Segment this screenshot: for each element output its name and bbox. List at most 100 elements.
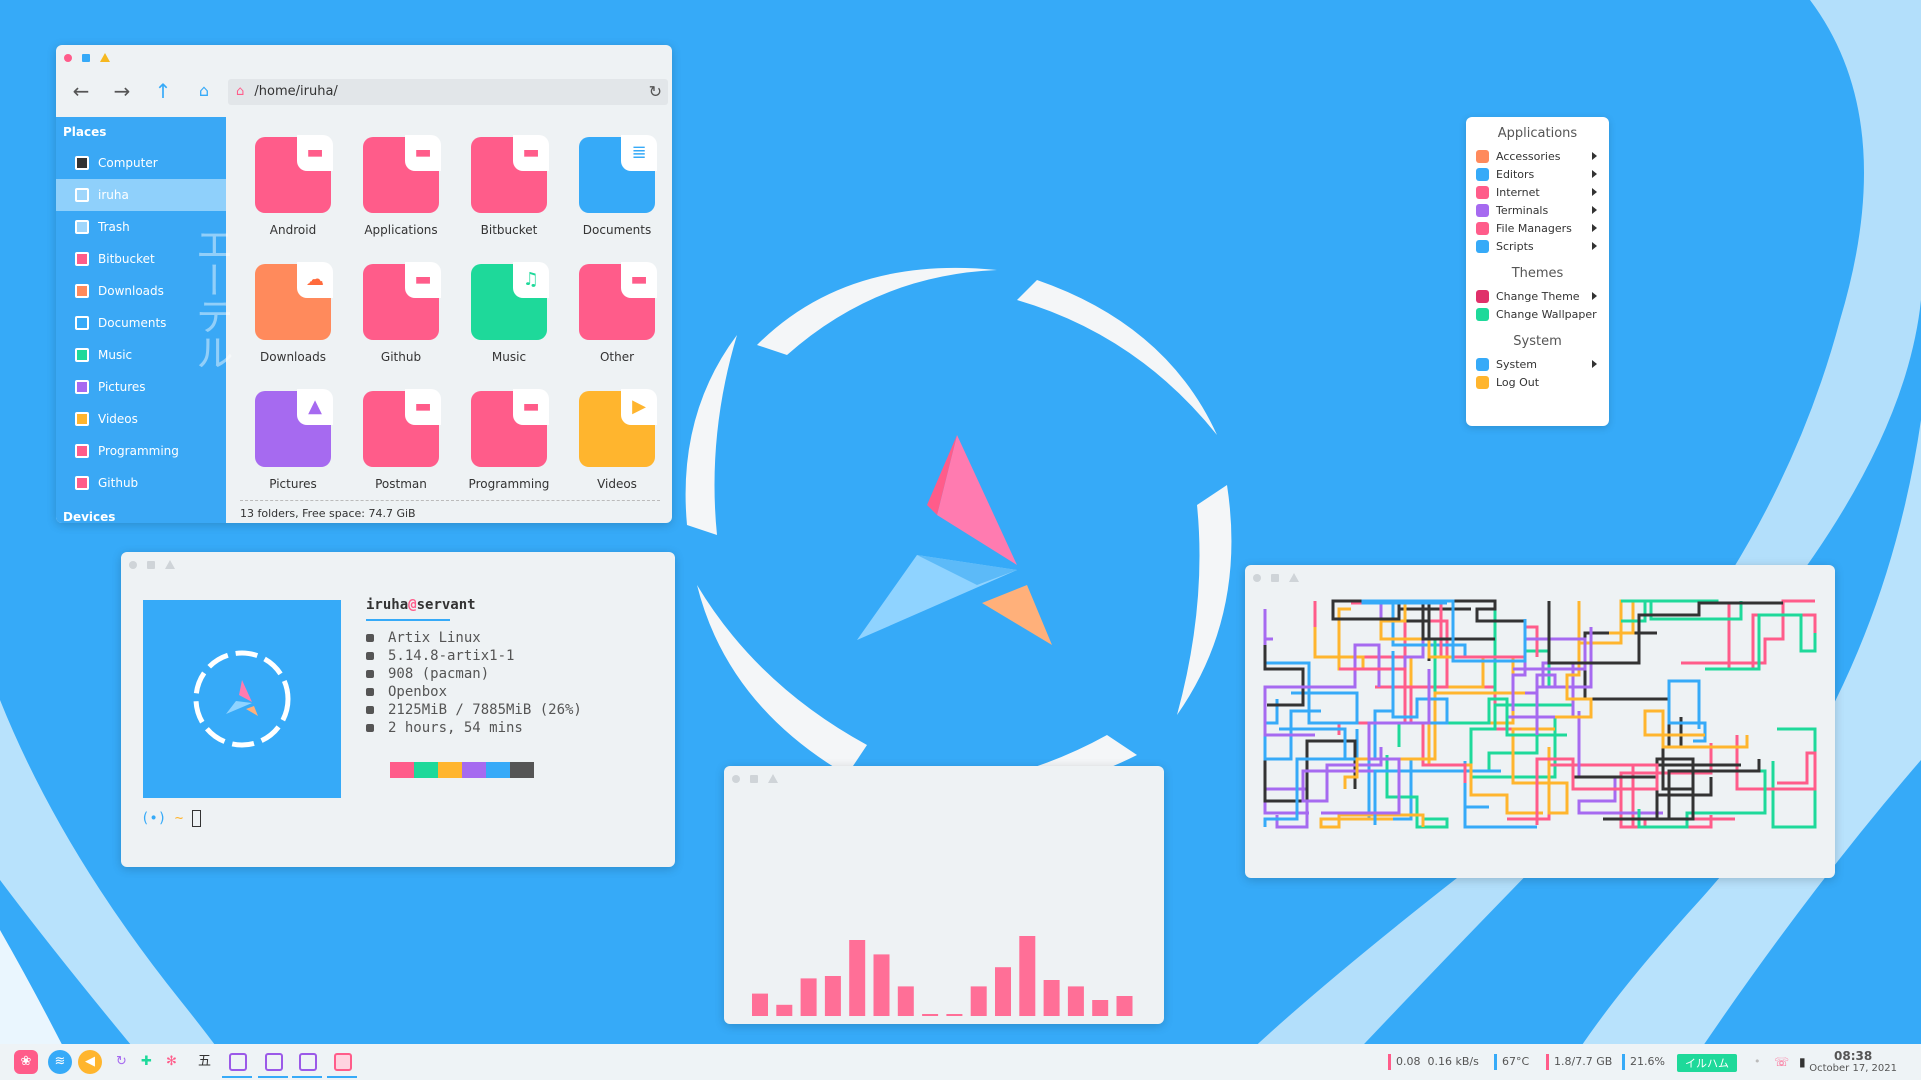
folder-programming[interactable]: ▬ Programming [456, 383, 562, 503]
volume-icon[interactable]: ◀ [78, 1050, 102, 1074]
username-tag[interactable]: イルハム [1677, 1054, 1737, 1072]
pipe-segment [1681, 599, 1815, 665]
task-file-manager[interactable] [334, 1053, 352, 1071]
folder-label: Programming [468, 477, 550, 491]
color-palette [366, 762, 534, 778]
menu-item-change-wallpaper[interactable]: Change Wallpaper [1466, 305, 1609, 323]
minimize-button[interactable] [165, 560, 175, 569]
openbox-root-menu: Applications Accessories Editors Internet Te… [1466, 117, 1609, 426]
sidebar-item-programming[interactable]: Programming [56, 435, 226, 467]
sparkle-icon[interactable]: ✚ [141, 1055, 152, 1069]
task-terminal-2[interactable] [265, 1053, 283, 1071]
close-button[interactable] [732, 775, 740, 783]
sidebar-item-iruha[interactable]: iruha [56, 179, 226, 211]
close-button[interactable] [129, 561, 137, 569]
home-icon [75, 188, 89, 202]
folder-github[interactable]: ▬ Github [348, 256, 454, 376]
folder-label: Applications [364, 223, 438, 237]
folder-pictures[interactable]: ▲ Pictures [240, 383, 346, 503]
pipe-segment [1263, 609, 1273, 645]
folder-label: Music [491, 350, 527, 364]
sidebar-item-label: Pictures [98, 380, 146, 394]
home-icon[interactable]: ⌂ [192, 79, 216, 103]
spectrum-bar [776, 1004, 793, 1016]
sidebar-item-label: Computer [98, 156, 158, 170]
menu-item-accessories[interactable]: Accessories [1466, 147, 1609, 165]
battery-icon[interactable]: ▮ [1799, 1055, 1806, 1069]
menu-item-label: Change Wallpaper [1496, 307, 1597, 321]
spectrum-bar [922, 1014, 939, 1016]
menu-item-scripts[interactable]: Scripts [1466, 237, 1609, 255]
folder-postman[interactable]: ▬ Postman [348, 383, 454, 503]
folder-documents[interactable]: ≣ Documents [564, 129, 670, 249]
folder-badge-icon: ≣ [621, 135, 657, 171]
spectrum-bar [1116, 996, 1133, 1016]
terminal-titlebar[interactable] [121, 552, 675, 578]
menu-item-file-managers[interactable]: File Managers [1466, 219, 1609, 237]
maximize-button[interactable] [82, 54, 90, 62]
pipes-titlebar[interactable] [1245, 565, 1835, 591]
folder-label: Bitbucket [480, 223, 538, 237]
window-icon [366, 688, 374, 696]
clock[interactable]: 08:38 October 17, 2021 [1809, 1049, 1897, 1074]
folder-music[interactable]: ♫ Music [456, 256, 562, 376]
file-manager-titlebar[interactable] [56, 45, 672, 71]
minimize-button[interactable] [768, 774, 778, 783]
shell-prompt[interactable]: (•) ~ [141, 810, 201, 827]
folder-label: Postman [375, 477, 427, 491]
palette-swatch [390, 762, 414, 778]
spectrum-bar [1019, 936, 1036, 1016]
visualizer-titlebar[interactable] [724, 766, 1164, 792]
menu-item-log-out[interactable]: Log Out [1466, 373, 1609, 391]
menu-item-change-theme[interactable]: Change Theme [1466, 287, 1609, 305]
folder-android[interactable]: ▬ Android [240, 129, 346, 249]
folder-label: Documents [582, 223, 652, 237]
sidebar-item-github[interactable]: Github [56, 467, 226, 499]
sidebar-item-pictures[interactable]: Pictures [56, 371, 226, 403]
wifi-icon[interactable]: ≋ [48, 1050, 72, 1074]
tray-dot-icon[interactable]: • [1754, 1055, 1761, 1069]
menu-item-internet[interactable]: Internet [1466, 183, 1609, 201]
reload-icon[interactable]: ↻ [649, 79, 662, 105]
folder-icon: ▬ [471, 135, 549, 213]
folder-label: Other [599, 350, 635, 364]
close-button[interactable] [1253, 574, 1261, 582]
sidebar-item-label: Music [98, 348, 133, 362]
maximize-button[interactable] [147, 561, 155, 569]
folder-icon: ▬ [471, 389, 549, 467]
folder-bitbucket[interactable]: ▬ Bitbucket [456, 129, 562, 249]
close-button[interactable] [64, 54, 72, 62]
menu-item-system[interactable]: System [1466, 355, 1609, 373]
folder-badge-icon: ☁ [297, 262, 333, 298]
task-terminal-3[interactable] [299, 1053, 317, 1071]
up-arrow-icon[interactable]: ↑ [151, 79, 175, 103]
folder-other[interactable]: ▬ Other [564, 256, 670, 376]
location-bar[interactable]: ⌂ /home/iruha/ ↻ [228, 79, 668, 105]
sidebar-item-videos[interactable]: Videos [56, 403, 226, 435]
maximize-button[interactable] [750, 775, 758, 783]
chat-icon[interactable]: ☏ [1774, 1055, 1789, 1069]
menu-item-editors[interactable]: Editors [1466, 165, 1609, 183]
spectrum-bar [849, 940, 866, 1016]
forward-arrow-icon[interactable]: → [110, 79, 134, 103]
kernel-line: 5.14.8-artix1-1 [366, 647, 582, 665]
refresh-icon[interactable]: ↻ [116, 1055, 127, 1069]
minimize-button[interactable] [100, 53, 110, 62]
maximize-button[interactable] [1271, 574, 1279, 582]
folder-downloads[interactable]: ☁ Downloads [240, 256, 346, 376]
menu-item-label: System [1496, 357, 1538, 371]
folder-videos[interactable]: ▶ Videos [564, 383, 670, 503]
workspace-label[interactable]: 五 [198, 1055, 211, 1069]
start-menu-icon[interactable]: ❀ [14, 1050, 38, 1074]
task-terminal-1[interactable] [229, 1053, 247, 1071]
minimize-button[interactable] [1289, 573, 1299, 582]
menu-item-icon [1476, 167, 1489, 181]
palette-swatch [414, 762, 438, 778]
back-arrow-icon[interactable]: ← [69, 79, 93, 103]
palette-swatch [366, 762, 390, 778]
sidebar-item-computer[interactable]: Computer [56, 147, 226, 179]
spectrum-bar [1043, 980, 1060, 1016]
menu-item-terminals[interactable]: Terminals [1466, 201, 1609, 219]
folder-applications[interactable]: ▬ Applications [348, 129, 454, 249]
settings-icon[interactable]: ✻ [166, 1055, 177, 1069]
